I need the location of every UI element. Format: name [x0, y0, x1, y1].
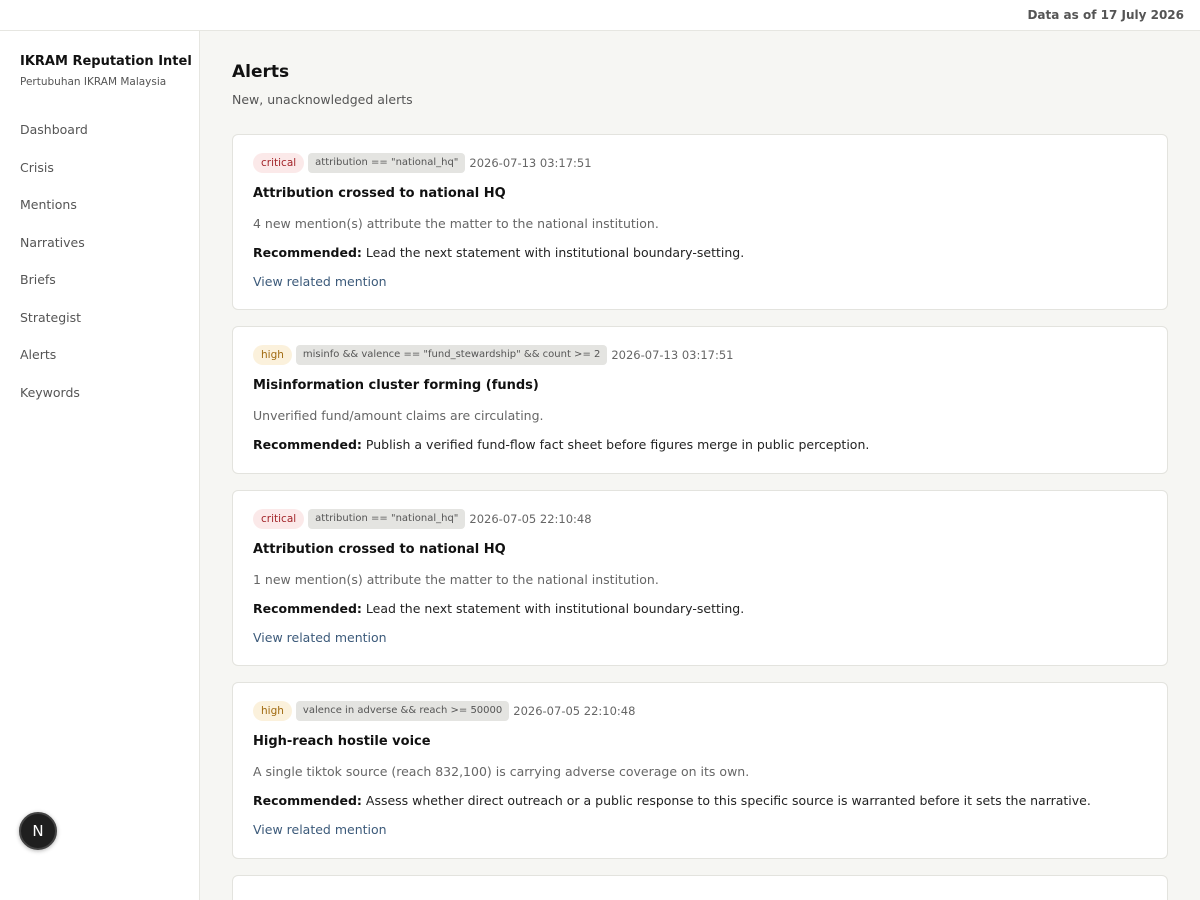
severity-badge: critical [253, 153, 305, 173]
alert-meta: high valence in adverse && reach >= 5000… [253, 701, 635, 721]
top-bar: Data as of 17 July 2026 [0, 0, 1200, 31]
sidebar-item-narratives[interactable]: Narratives [20, 234, 88, 272]
view-related-mention-link[interactable]: View related mention [253, 822, 387, 837]
rule-chip: valence in adverse && reach >= 50000 [295, 701, 510, 721]
page-title: Alerts [232, 62, 290, 82]
sidebar: IKRAM Reputation Intel Pertubuhan IKRAM … [0, 31, 200, 900]
page-subtitle: New, unacknowledged alerts [232, 92, 413, 107]
rule-chip: attribution == "national_hq" [308, 153, 466, 173]
alert-recommendation: Recommended: Publish a verified fund-flo… [253, 437, 869, 452]
data-as-of-label: Data as of 17 July 2026 [1027, 8, 1184, 22]
alert-timestamp: 2026-07-13 03:17:51 [611, 348, 734, 362]
alert-timestamp: 2026-07-13 03:17:51 [469, 156, 592, 170]
alert-title: Attribution crossed to national HQ [253, 542, 506, 557]
org-subtitle: Pertubuhan IKRAM Malaysia [20, 76, 167, 88]
recommendation-text: Publish a verified fund-flow fact sheet … [365, 437, 870, 452]
alert-card: critical attribution == "national_hq" 20… [232, 490, 1168, 666]
alert-recommendation: Recommended: Lead the next statement wit… [253, 601, 744, 616]
view-related-mention-link[interactable]: View related mention [253, 630, 387, 645]
alert-card: critical attribution == "national_hq" 20… [232, 134, 1168, 310]
alert-timestamp: 2026-07-05 22:10:48 [513, 704, 636, 718]
main-content: Alerts New, unacknowledged alerts critic… [232, 31, 1168, 900]
sidebar-item-alerts[interactable]: Alerts [20, 346, 88, 384]
alert-recommendation: Recommended: Lead the next statement wit… [253, 245, 744, 260]
recommended-label: Recommended: [253, 601, 362, 616]
alert-meta: high misinfo && valence == "fund_steward… [253, 345, 734, 365]
alert-card-partial [232, 875, 1168, 900]
recommended-label: Recommended: [253, 245, 362, 260]
alert-title: Misinformation cluster forming (funds) [253, 378, 539, 393]
sidebar-item-crisis[interactable]: Crisis [20, 159, 88, 197]
alert-description: 4 new mention(s) attribute the matter to… [253, 216, 659, 231]
alert-timestamp: 2026-07-05 22:10:48 [469, 512, 592, 526]
alert-title: Attribution crossed to national HQ [253, 186, 506, 201]
alert-description: Unverified fund/amount claims are circul… [253, 408, 544, 423]
sidebar-item-keywords[interactable]: Keywords [20, 384, 88, 422]
recommended-label: Recommended: [253, 437, 362, 452]
rule-chip: misinfo && valence == "fund_stewardship"… [295, 345, 608, 365]
alert-meta: critical attribution == "national_hq" 20… [253, 153, 592, 173]
sidebar-item-mentions[interactable]: Mentions [20, 196, 88, 234]
recommendation-text: Lead the next statement with institution… [365, 245, 745, 260]
dev-tools-badge[interactable]: N [19, 812, 57, 850]
alert-recommendation: Recommended: Assess whether direct outre… [253, 793, 1091, 808]
rule-chip: attribution == "national_hq" [308, 509, 466, 529]
sidebar-item-strategist[interactable]: Strategist [20, 309, 88, 347]
sidebar-item-dashboard[interactable]: Dashboard [20, 121, 88, 159]
app-title: IKRAM Reputation Intel [20, 54, 192, 69]
alert-description: 1 new mention(s) attribute the matter to… [253, 572, 659, 587]
alert-card: high valence in adverse && reach >= 5000… [232, 682, 1168, 859]
severity-badge: critical [253, 509, 305, 529]
recommendation-text: Assess whether direct outreach or a publ… [365, 793, 1091, 808]
alert-card: high misinfo && valence == "fund_steward… [232, 326, 1168, 474]
alert-title: High-reach hostile voice [253, 734, 431, 749]
alert-meta: critical attribution == "national_hq" 20… [253, 509, 592, 529]
recommendation-text: Lead the next statement with institution… [365, 601, 745, 616]
sidebar-nav: Dashboard Crisis Mentions Narratives Bri… [20, 121, 88, 421]
sidebar-item-briefs[interactable]: Briefs [20, 271, 88, 309]
alert-description: A single tiktok source (reach 832,100) i… [253, 764, 750, 779]
recommended-label: Recommended: [253, 793, 362, 808]
severity-badge: high [253, 701, 292, 721]
view-related-mention-link[interactable]: View related mention [253, 274, 387, 289]
severity-badge: high [253, 345, 292, 365]
